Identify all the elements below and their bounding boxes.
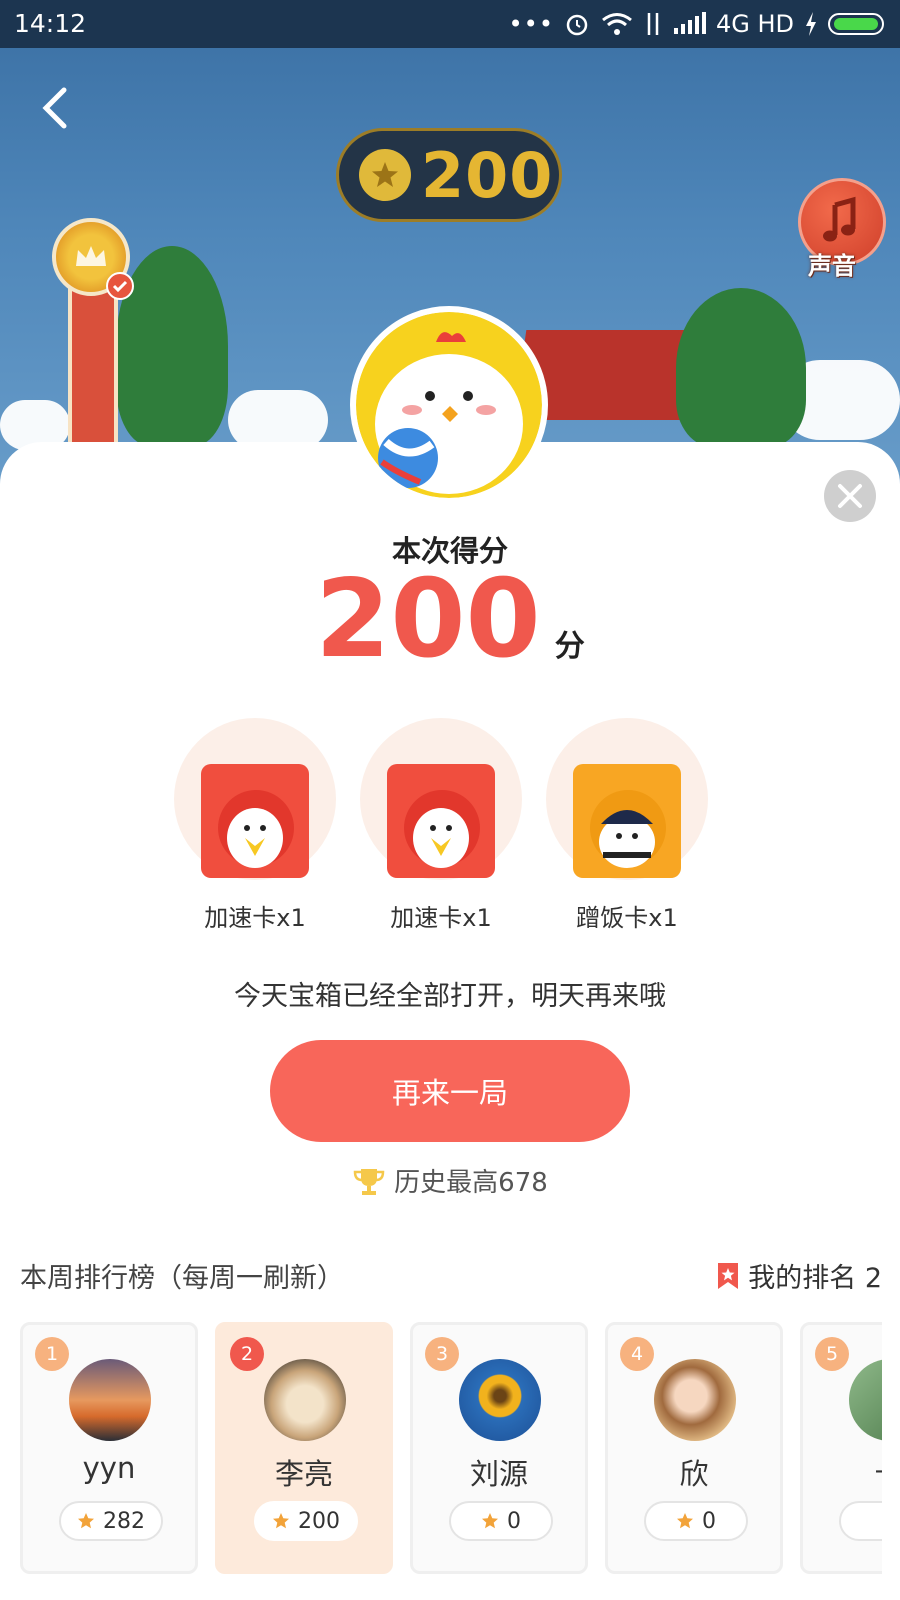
score-unit: 分 — [554, 629, 585, 664]
avatar — [849, 1359, 882, 1441]
avatar — [459, 1359, 541, 1441]
tree — [676, 288, 806, 448]
network-label: 4G HD — [715, 10, 794, 38]
rank-name: 欣 — [679, 1457, 709, 1491]
star-coin-icon — [359, 149, 411, 201]
speed-card-icon — [387, 764, 495, 878]
rank-card[interactable]: 4 欣 0 — [605, 1322, 783, 1574]
rank-score: 0 — [449, 1501, 553, 1541]
wifi-icon — [602, 13, 632, 35]
coin-counter: 200 — [336, 128, 562, 222]
play-again-button[interactable]: 再来一局 — [270, 1040, 630, 1142]
charging-icon — [806, 12, 816, 36]
rank-score: 0 — [644, 1501, 748, 1541]
avatar — [264, 1359, 346, 1441]
cloud — [228, 390, 328, 450]
rank-name: 刘源 — [469, 1457, 528, 1491]
status-bar: 14:12 ••• 4G HD — [0, 0, 900, 48]
rank-number: 3 — [425, 1337, 459, 1371]
reward-item[interactable]: 加速卡x1 — [358, 718, 524, 933]
close-icon — [838, 484, 862, 508]
check-icon — [106, 272, 134, 300]
bookmark-icon — [718, 1262, 739, 1289]
chicken-avatar-icon — [356, 312, 542, 498]
star-icon — [677, 1513, 693, 1529]
ranking-title: 本周排行榜（每周一刷新） — [20, 1263, 344, 1294]
rank-name: 卡 — [803, 1451, 882, 1493]
rank-number: 2 — [230, 1337, 264, 1371]
ranking-list: 1 yyn 282 2 李亮 200 3 刘源 0 4 欣 0 5 — [20, 1322, 882, 1582]
rank-number: 1 — [35, 1337, 69, 1371]
reward-list: 加速卡x1 加速卡x1 蹭饭卡x1 — [0, 718, 900, 938]
trophy-icon — [353, 1168, 385, 1195]
tree — [116, 246, 228, 446]
chest-notice: 今天宝箱已经全部打开，明天再来哦 — [234, 981, 666, 1012]
data-arrows-icon — [647, 13, 659, 35]
coin-score: 200 — [421, 138, 554, 212]
reward-item[interactable]: 蹭饭卡x1 — [544, 718, 710, 933]
status-time: 14:12 — [14, 9, 87, 38]
reward-label: 加速卡x1 — [204, 904, 306, 932]
status-icons: ••• 4G HD — [508, 8, 884, 40]
battery-icon — [828, 13, 884, 35]
rank-score: 282 — [59, 1501, 163, 1541]
signal-icon — [673, 12, 706, 34]
reward-circle — [360, 718, 522, 880]
back-button[interactable] — [36, 86, 76, 130]
meal-card-icon — [573, 764, 681, 878]
more-dots-icon: ••• — [508, 10, 554, 38]
rank-number: 5 — [815, 1337, 849, 1371]
best-score-label: 历史最高678 — [394, 1168, 548, 1198]
rank-score: 200 — [254, 1501, 358, 1541]
star-icon — [78, 1513, 94, 1529]
rank-score — [839, 1501, 882, 1541]
rank-number: 4 — [620, 1337, 654, 1371]
score-value: 200 — [315, 557, 541, 682]
reward-circle — [174, 718, 336, 880]
close-button[interactable] — [824, 470, 876, 522]
alarm-icon — [566, 14, 588, 36]
ranking-header: 本周排行榜（每周一刷新） 我的排名 2 — [20, 1256, 882, 1296]
reward-label: 蹭饭卡x1 — [576, 904, 678, 932]
rank-name: yyn — [82, 1451, 136, 1485]
reward-circle — [546, 718, 708, 880]
game-result-screen: 14:12 ••• 4G HD 200 声音 本次得分 200 分 加速卡x1 … — [0, 0, 900, 1600]
reward-label: 加速卡x1 — [390, 904, 492, 932]
star-icon — [482, 1513, 498, 1529]
my-rank-label: 我的排名 2 — [748, 1263, 882, 1294]
score-row: 200 分 — [0, 566, 900, 674]
rank-card[interactable]: 2 李亮 200 — [215, 1322, 393, 1574]
my-rank[interactable]: 我的排名 2 — [716, 1256, 882, 1295]
best-score: 历史最高678 — [0, 1162, 900, 1199]
avatar — [654, 1359, 736, 1441]
rank-card[interactable]: 1 yyn 282 — [20, 1322, 198, 1574]
star-icon — [273, 1513, 289, 1529]
rank-card[interactable]: 5 卡 — [800, 1322, 882, 1574]
player-avatar — [350, 306, 548, 504]
sound-label: 声音 — [808, 252, 856, 280]
rank-name: 李亮 — [274, 1457, 333, 1491]
avatar — [69, 1359, 151, 1441]
reward-item[interactable]: 加速卡x1 — [172, 718, 338, 933]
rank-card[interactable]: 3 刘源 0 — [410, 1322, 588, 1574]
speed-card-icon — [201, 764, 309, 878]
